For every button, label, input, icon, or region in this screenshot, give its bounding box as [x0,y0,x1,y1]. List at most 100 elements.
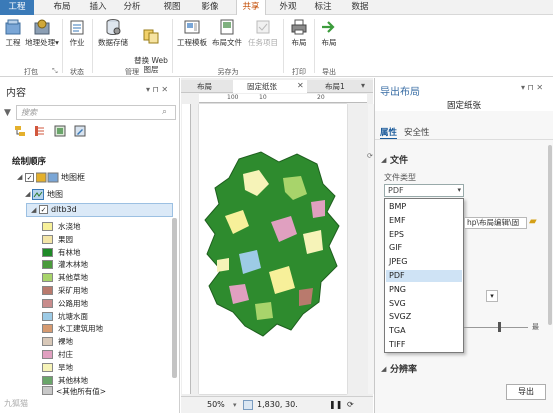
collapse-section-icon[interactable]: ◢ [381,365,386,373]
legend-swatch[interactable] [42,273,53,283]
geoprocessing-package-button[interactable]: 地理处理▾ [25,18,59,47]
file-type-option-svgz[interactable]: SVGZ [386,311,462,323]
layout-page[interactable] [199,104,347,394]
contents-scrollbar[interactable] [172,218,177,378]
zoom-dropdown-icon[interactable]: ▾ [233,397,237,413]
expand-triangle-icon[interactable]: ◢ [31,206,36,214]
layer-label[interactable]: dltb3d [51,205,77,214]
export-pane-scrollbar[interactable] [548,145,552,325]
layout-file-button[interactable]: 布局文件 [210,18,244,47]
search-icon: ⌕ [162,107,168,117]
legend-swatch[interactable] [42,222,53,231]
tab-properties[interactable]: 属性 [380,126,398,140]
chevron-down-icon: ▾ [457,186,461,194]
tab-labeling[interactable]: 标注 [308,0,338,15]
file-section-heading[interactable]: 文件 [390,153,408,166]
tab-imagery[interactable]: 影像 [196,0,224,15]
group-launcher-icon[interactable]: ⤡ [52,67,58,76]
data-store-button[interactable]: 数据存储 [96,18,130,47]
legend-swatch[interactable] [42,337,53,347]
file-type-option-jpeg[interactable]: JPEG [386,256,462,268]
tab-data[interactable]: 数据 [346,0,374,15]
file-type-select[interactable]: PDF ▾ [384,184,464,197]
tab-insert[interactable]: 插入 [84,0,112,15]
pane-options-icon[interactable]: ▾ ⊓ ✕ [521,83,543,92]
pane-options-icon[interactable]: ▾ ⊓ ✕ [146,85,168,94]
file-type-option-bmp[interactable]: BMP [386,201,462,213]
file-type-option-tiff[interactable]: TIFF [386,339,462,351]
export-layout-button[interactable]: 布局 [318,18,340,47]
selected-layer-row[interactable] [26,203,173,217]
filter-icon[interactable]: ▼ [4,108,11,118]
legend-swatch[interactable] [42,234,53,244]
expand-triangle-icon[interactable]: ◢ [17,173,22,181]
editing-list-icon[interactable] [74,125,86,137]
replace-web-layer-button[interactable]: 替换 Web 图层 [132,18,170,74]
tab-fixed-paper[interactable]: 固定纸张 [233,80,307,93]
tab-layout1[interactable]: 布局1 [311,80,357,93]
legend-swatch[interactable] [42,260,53,270]
geoprocessing-icon [34,19,50,35]
file-type-option-gif[interactable]: GIF [386,242,462,254]
tab-appearance[interactable]: 外观 [274,0,302,15]
collapse-section-icon[interactable]: ◢ [381,156,386,164]
tab-security[interactable]: 安全性 [404,126,430,138]
separator [92,19,93,73]
source-list-icon[interactable] [34,125,46,137]
legend-swatch[interactable] [42,311,53,321]
legend-swatch[interactable] [42,350,53,359]
export-button[interactable]: 导出 [506,384,546,400]
close-tab-icon[interactable]: ✕ [297,81,304,90]
tab-analysis[interactable]: 分析 [118,0,146,15]
group-label-export: 导出 [322,68,336,76]
folder-browse-icon[interactable]: ▰ [529,216,537,227]
layer-checkbox[interactable]: ✓ [39,205,48,214]
legend-swatch[interactable] [42,286,53,295]
output-path-input[interactable]: hp\布局编辑\固 [464,217,527,229]
map-frame-checkbox[interactable]: ✓ [25,173,34,182]
tab-layout[interactable]: 布局 [48,0,76,15]
task-item-button[interactable]: 任务项目 [246,18,280,47]
drawing-order-icon[interactable] [14,125,26,137]
tab-project[interactable]: 工程 [0,0,34,15]
refresh-icon[interactable]: ⟳ [367,152,374,160]
file-type-option-tga[interactable]: TGA [386,325,462,337]
options-dropdown[interactable]: ▾ [486,290,498,302]
pause-drawing-icon[interactable]: ❚❚ [329,397,342,413]
legend-swatch[interactable] [42,298,53,308]
job-icon [70,20,84,35]
file-type-option-svg[interactable]: SVG [386,298,462,310]
tab-list-icon[interactable]: ▾ [361,81,365,90]
layout-template-button[interactable]: 工程模板 [176,18,208,47]
map-icon [32,189,44,200]
legend-swatch[interactable] [42,362,53,372]
job-button[interactable]: 作业 [66,18,88,47]
legend-swatch[interactable] [42,375,53,385]
resolution-section-heading[interactable]: 分辨率 [390,362,417,375]
fixed-scale-icon[interactable] [243,400,253,410]
group-label-print: 打印 [292,68,306,76]
print-layout-button[interactable]: 布局 [287,18,311,47]
file-type-option-png[interactable]: PNG [386,284,462,296]
separator [172,19,173,73]
quality-slider-track[interactable] [464,327,528,328]
refresh-map-icon[interactable]: ⟳ [347,397,354,413]
file-type-option-eps[interactable]: EPS [386,229,462,241]
zoom-level[interactable]: 50% [207,397,225,413]
project-package-button[interactable]: 工程 [2,18,24,47]
legend-label: 果园 [58,234,73,244]
expand-triangle-icon[interactable]: ◢ [25,190,30,198]
tab-share[interactable]: 共享 [236,0,266,16]
quality-slider-thumb[interactable] [498,322,501,332]
legend-swatch[interactable] [42,324,53,334]
legend-swatch[interactable] [42,247,53,257]
selection-list-icon[interactable] [54,125,66,137]
file-type-option-emf[interactable]: EMF [386,215,462,227]
map-label[interactable]: 地图 [47,189,63,200]
legend-label: 灌木林地 [58,260,88,270]
file-type-option-pdf[interactable]: PDF [386,270,462,282]
tab-view[interactable]: 视图 [158,0,186,15]
tab-layout-view[interactable]: 布局 [183,80,231,93]
contents-search-input[interactable]: 搜索 [16,105,176,120]
map-frame-label[interactable]: 地图框 [61,172,85,183]
